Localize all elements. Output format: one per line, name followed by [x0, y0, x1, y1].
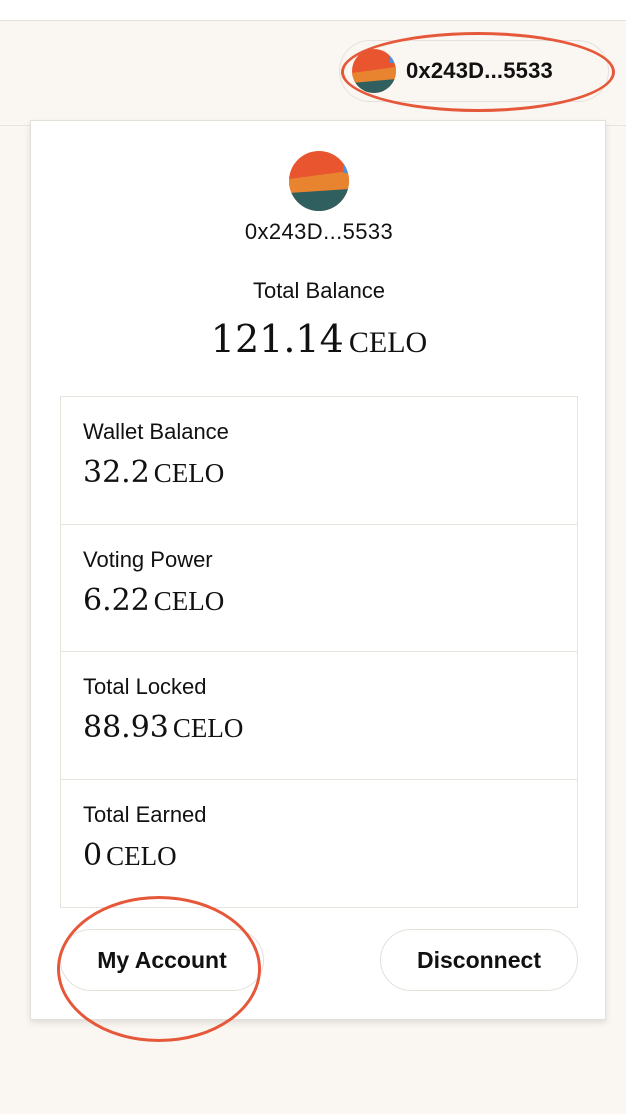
stat-unit: CELO [172, 713, 244, 743]
avatar-icon [289, 151, 349, 211]
total-balance-value: 121.14 CELO [31, 317, 607, 361]
stat-number: 88.93 [83, 710, 169, 745]
stat-unit: CELO [106, 840, 177, 871]
stat-total-locked: Total Locked 88.93 CELO [61, 652, 577, 780]
stat-unit: CELO [153, 458, 225, 488]
stat-number: 6.22 [83, 582, 150, 618]
stat-label: Total Earned [83, 801, 207, 827]
stat-label: Total Locked [83, 674, 207, 699]
balance-stats-list: Wallet Balance 32.2 CELO Voting Power 6.2… [60, 396, 578, 908]
account-dropdown-card: 0x243D...5533 Total Balance 121.14 CELO … [30, 120, 606, 1020]
stat-label: Wallet Balance [83, 419, 229, 444]
stat-number: 0 [83, 837, 103, 873]
stat-unit: CELO [153, 585, 225, 616]
card-address: 0x243D...5533 [244, 219, 394, 244]
account-address: 0x243D...5533 [406, 58, 553, 83]
total-balance-number: 121.14 [210, 317, 344, 361]
avatar-icon [352, 49, 396, 93]
stat-value: 88.93 CELO [83, 710, 577, 745]
disconnect-button[interactable]: Disconnect [380, 929, 578, 991]
stat-value: 0 CELO [83, 838, 577, 873]
account-button[interactable]: 0x243D...5533 [339, 40, 609, 102]
total-balance-label: Total Balance [252, 278, 386, 303]
stat-voting-power: Voting Power 6.22 CELO [61, 525, 577, 652]
stat-label: Voting Power [83, 546, 213, 572]
stat-number: 32.2 [83, 455, 150, 490]
stat-value: 32.2 CELO [83, 455, 577, 490]
stat-value: 6.22 CELO [83, 583, 577, 618]
stat-total-earned: Total Earned 0 CELO [61, 780, 577, 908]
my-account-button[interactable]: My Account [60, 929, 264, 991]
stat-wallet-balance: Wallet Balance 32.2 CELO [61, 397, 577, 525]
total-balance-unit: CELO [348, 326, 428, 359]
top-strip [0, 0, 626, 21]
